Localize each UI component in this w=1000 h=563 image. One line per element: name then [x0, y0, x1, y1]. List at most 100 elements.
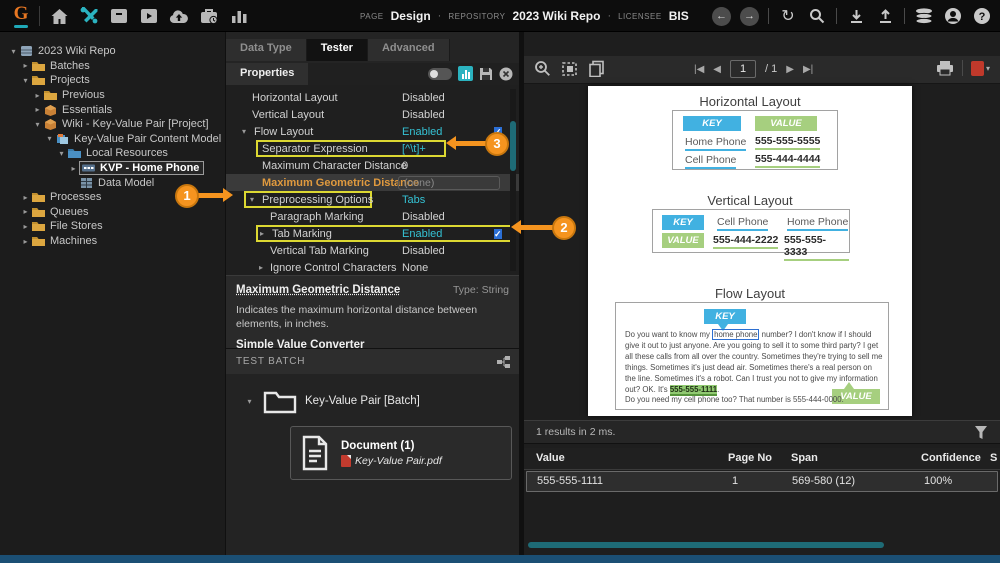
property-row[interactable]: Paragraph Marking Disabled: [226, 208, 519, 225]
last-page-icon[interactable]: ▶|: [803, 64, 813, 75]
property-row-max-geometric-distance[interactable]: Maximum Geometric Distance (none): [226, 174, 519, 191]
property-row[interactable]: Vertical Tab Marking Disabled: [226, 242, 519, 259]
user-icon[interactable]: [943, 6, 963, 26]
media-box-icon[interactable]: [138, 5, 160, 27]
next-page-icon[interactable]: ▶: [786, 64, 794, 75]
callout-3-arrowhead: [446, 136, 456, 150]
property-grid: Horizontal Layout Disabled Vertical Layo…: [226, 85, 519, 275]
expander-icon[interactable]: ▾: [242, 127, 246, 136]
property-row[interactable]: Maximum Character Distance 0: [226, 157, 519, 174]
horizontal-scrollbar-thumb[interactable]: [528, 542, 884, 548]
import-icon[interactable]: [846, 6, 866, 26]
property-row[interactable]: Horizontal Layout Disabled: [226, 89, 519, 106]
search-icon[interactable]: [807, 6, 827, 26]
callout-2-arrowhead: [511, 220, 521, 234]
first-page-icon[interactable]: |◀: [694, 64, 704, 75]
jobs-briefcase-icon[interactable]: [198, 5, 220, 27]
cloud-upload-icon[interactable]: [168, 5, 190, 27]
expander-icon[interactable]: ▾: [32, 120, 43, 129]
tree-item-machines[interactable]: ▸ Machines: [0, 234, 225, 249]
repository-db-icon: [19, 45, 34, 57]
back-icon[interactable]: ←: [712, 7, 731, 26]
expander-icon[interactable]: ▸: [259, 263, 263, 272]
svg-text:?: ?: [979, 11, 986, 23]
result-row[interactable]: 555-555-1111 1 569-580 (12) 100%: [526, 471, 998, 492]
panel-tabs: Data Type Tester Advanced: [226, 39, 519, 61]
property-row[interactable]: ▸ Ignore Control Characters None: [226, 259, 519, 276]
close-icon[interactable]: [499, 67, 513, 81]
checkbox-checked[interactable]: ✓: [494, 229, 502, 239]
pdf-icon: [971, 61, 984, 76]
zoom-icon[interactable]: [534, 60, 551, 77]
description-title: Maximum Geometric Distance: [236, 284, 400, 296]
tree-item-file-stores[interactable]: ▸ File Stores: [0, 219, 225, 234]
expander-icon[interactable]: ▸: [32, 91, 43, 100]
tree-item-content-model[interactable]: ▾ Key-Value Pair Content Model: [0, 132, 225, 147]
expander-icon[interactable]: ▸: [20, 193, 31, 202]
key-chip: KEY: [662, 215, 704, 230]
export-pdf-button[interactable]: ▾: [971, 61, 990, 76]
thumbnails-icon[interactable]: [588, 60, 605, 77]
tree-item-essentials[interactable]: ▸ Essentials: [0, 102, 225, 117]
forward-icon[interactable]: →: [740, 7, 759, 26]
tab-data-type[interactable]: Data Type: [226, 39, 307, 61]
batch-tree-icon[interactable]: [496, 355, 511, 369]
property-row[interactable]: ▾ Flow Layout Enabled ✓: [226, 123, 519, 140]
expander-icon[interactable]: ▾: [20, 76, 31, 85]
page-number-input[interactable]: 1: [730, 60, 756, 78]
tree-item-local-resources[interactable]: ▾ Local Resources: [0, 146, 225, 161]
repository-value[interactable]: 2023 Wiki Repo: [513, 9, 601, 23]
expander-icon[interactable]: ▸: [32, 105, 43, 114]
expander-icon[interactable]: ▾: [56, 149, 67, 158]
property-row-preprocessing-options[interactable]: ▾ Preprocessing Options Tabs: [226, 191, 519, 208]
toggle-icon[interactable]: [428, 68, 452, 80]
scrollbar-track[interactable]: [510, 89, 516, 271]
refresh-icon[interactable]: ↻: [778, 6, 798, 26]
selected-node[interactable]: KVP - Home Phone: [79, 161, 204, 175]
stats-chart-icon[interactable]: [228, 5, 250, 27]
expander-icon[interactable]: ▸: [20, 61, 31, 70]
licensee-label: LICENSEE: [618, 12, 662, 21]
expander-icon[interactable]: ▸: [68, 164, 79, 173]
select-region-icon[interactable]: [561, 61, 578, 77]
expander-icon[interactable]: ▾: [250, 195, 254, 204]
tester-chart-icon[interactable]: [458, 66, 473, 81]
divider: [962, 60, 963, 76]
property-row-tab-marking[interactable]: ▸ Tab Marking Enabled ✓: [226, 225, 519, 242]
expander-icon[interactable]: ▸: [20, 222, 31, 231]
expander-icon[interactable]: ▸: [20, 207, 31, 216]
home-icon[interactable]: [48, 5, 70, 27]
tree-item-wiki-project[interactable]: ▾ Wiki - Key-Value Pair [Project]: [0, 117, 225, 132]
prev-page-icon[interactable]: ◀: [713, 64, 721, 75]
property-row[interactable]: Vertical Layout Disabled: [226, 106, 519, 123]
tree-item-projects[interactable]: ▾ Projects: [0, 73, 225, 88]
scrollbar-thumb[interactable]: [510, 121, 516, 171]
filter-icon[interactable]: [974, 425, 988, 440]
help-icon[interactable]: ?: [972, 6, 992, 26]
document-card[interactable]: Document (1) Key-Value Pair.pdf: [290, 426, 512, 480]
tree-item-previous[interactable]: ▸ Previous: [0, 88, 225, 103]
expander-icon[interactable]: ▸: [260, 229, 264, 238]
export-icon[interactable]: [875, 6, 895, 26]
tools-icon[interactable]: [78, 5, 100, 27]
tab-tester[interactable]: Tester: [307, 39, 368, 61]
print-icon[interactable]: [936, 60, 954, 76]
tree-item-kvp-home-phone[interactable]: ▸ KVP - Home Phone: [0, 161, 225, 176]
expander-icon[interactable]: ▸: [20, 237, 31, 246]
page-value[interactable]: Design: [391, 9, 431, 23]
expander-icon[interactable]: ▾: [44, 134, 55, 143]
licensee-value[interactable]: BIS: [669, 9, 689, 23]
value-input[interactable]: (none): [398, 176, 500, 190]
folder-blue-icon: [67, 147, 82, 159]
batch-root-row[interactable]: ▾ Key-Value Pair [Batch]: [244, 388, 420, 414]
tree-item-batches[interactable]: ▸ Batches: [0, 59, 225, 74]
tree-item-repo[interactable]: ▾ 2023 Wiki Repo: [0, 44, 225, 59]
grooper-logo[interactable]: G: [10, 3, 32, 28]
save-icon[interactable]: [479, 67, 493, 81]
expander-icon[interactable]: ▾: [8, 47, 19, 56]
expander-icon[interactable]: ▾: [244, 397, 255, 406]
batches-icon[interactable]: [108, 5, 130, 27]
tab-advanced[interactable]: Advanced: [368, 39, 450, 61]
grooper-design-window: G PAGE Design · REPOSITORY 2023 Wiki Rep…: [0, 0, 1000, 563]
repository-stack-icon[interactable]: [914, 6, 934, 26]
